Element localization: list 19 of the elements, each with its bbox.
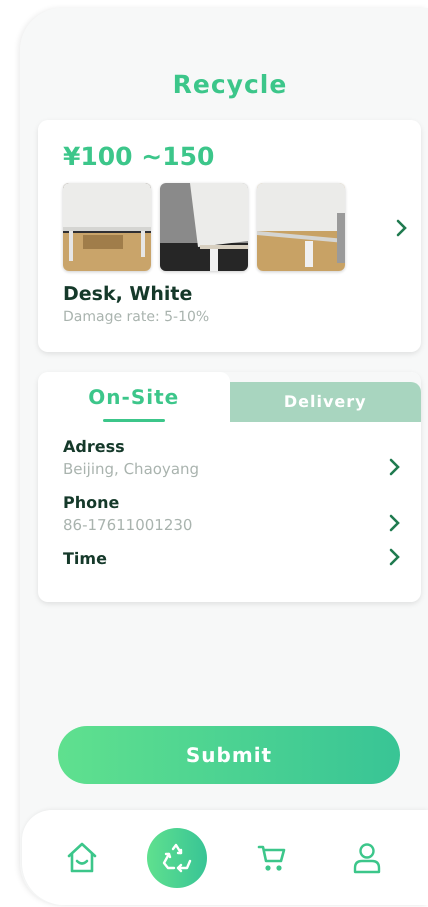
field-value: Beijing, Chaoyang bbox=[63, 459, 200, 480]
item-name: Desk, White bbox=[63, 282, 194, 307]
chevron-right-icon[interactable] bbox=[389, 548, 401, 566]
form-row[interactable]: Adress Beijing, Chaoyang bbox=[38, 436, 421, 480]
tab-underline bbox=[103, 419, 165, 422]
price-range: ¥100 ~150 bbox=[63, 141, 216, 173]
form-row[interactable]: Time bbox=[38, 544, 421, 570]
damage-rate: Damage rate: 5-10% bbox=[63, 308, 210, 327]
chevron-right-icon[interactable] bbox=[396, 218, 408, 237]
field-label: Time bbox=[63, 548, 107, 570]
form-row[interactable]: Phone 86-17611001230 bbox=[38, 492, 421, 536]
chevron-right-icon[interactable] bbox=[389, 458, 401, 476]
profile-icon bbox=[351, 840, 383, 874]
field-label: Adress bbox=[63, 436, 126, 458]
page-title: Recycle bbox=[172, 69, 288, 101]
field-value: 86-17611001230 bbox=[63, 515, 192, 536]
chevron-right-icon[interactable] bbox=[389, 514, 401, 532]
field-label: Phone bbox=[63, 492, 120, 514]
home-icon bbox=[65, 840, 99, 874]
